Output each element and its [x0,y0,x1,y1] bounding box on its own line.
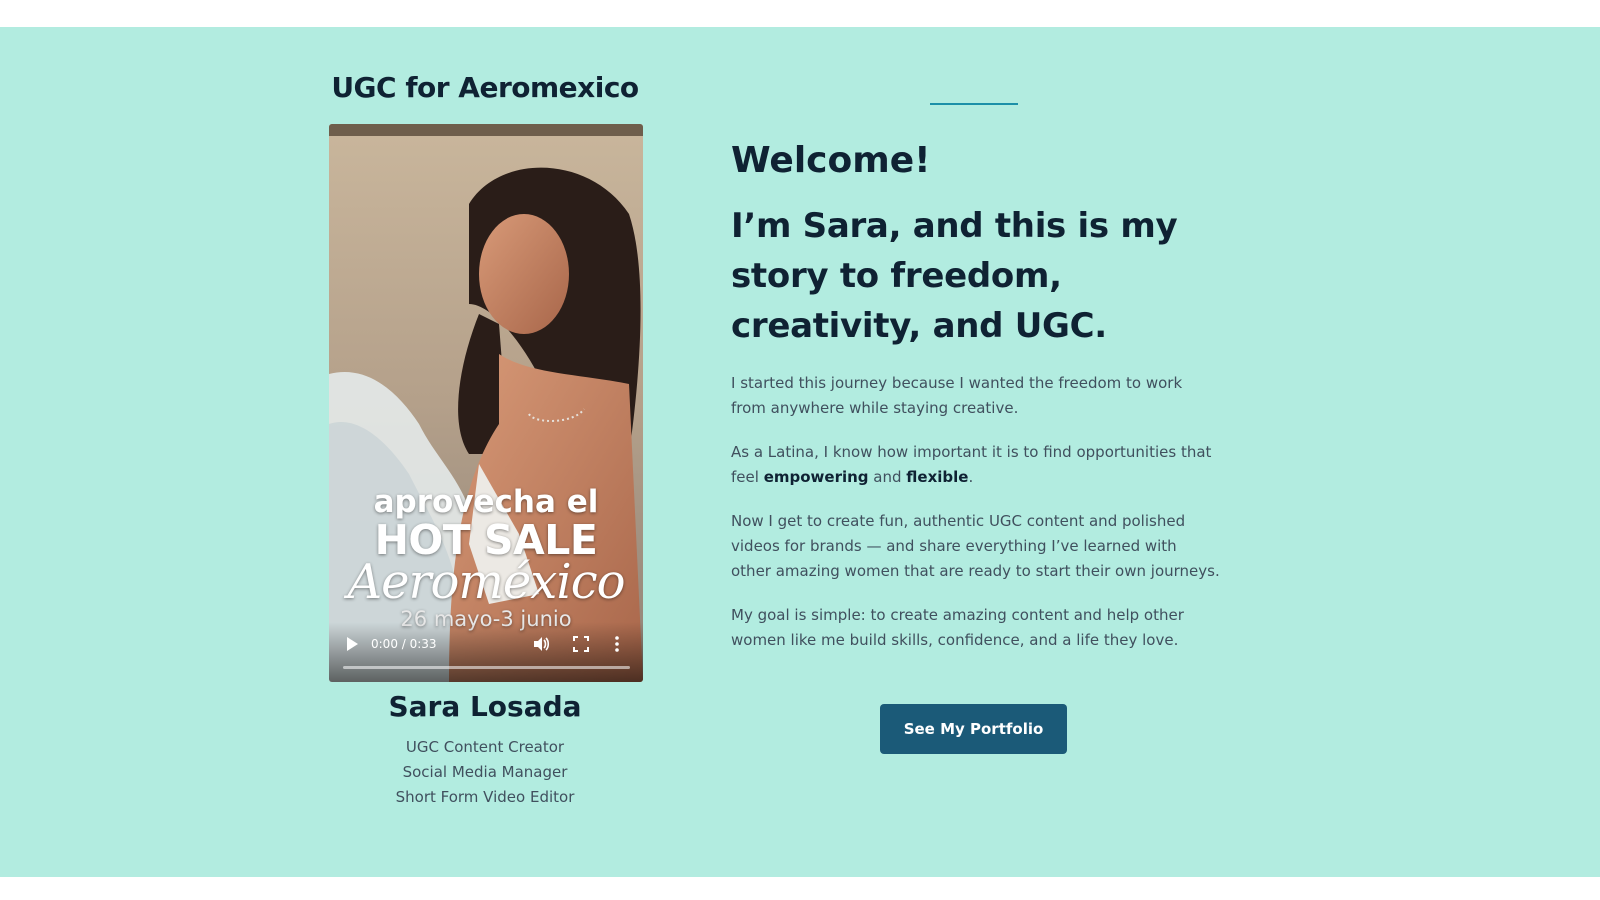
emphasis-empowering: empowering [763,468,869,486]
intro-paragraph-3: Now I get to create fun, authentic UGC c… [731,512,1220,580]
intro-column: Welcome! I’m Sara, and this is my story … [731,137,1221,653]
video-time: 0:00 / 0:33 [371,637,437,651]
video-title: UGC for Aeromexico [331,71,639,104]
role-item: UGC Content Creator [405,738,565,756]
overlay-brand: Aeroméxico [347,554,625,610]
paragraph-text: . [968,468,974,486]
intro-paragraph-4: My goal is simple: to create amazing con… [731,606,1184,649]
emphasis-flexible: flexible [906,468,969,486]
welcome-heading: Welcome! [731,140,931,181]
see-portfolio-button[interactable]: See My Portfolio [880,704,1067,754]
profile-name: Sara Losada [388,690,582,723]
accent-divider [930,103,1018,105]
more-options-icon[interactable] [614,634,620,654]
play-icon[interactable] [345,636,359,652]
video-controls: 0:00 / 0:33 [329,622,643,682]
paragraph-text: and [868,468,907,486]
role-item: Social Media Manager [402,763,568,781]
fullscreen-icon[interactable] [573,636,589,652]
volume-icon[interactable] [532,635,550,653]
intro-headline: I’m Sara, and this is my story to freedo… [731,206,1178,346]
profile-roles: UGC Content Creator Social Media Manager… [320,735,650,810]
video-player[interactable]: aprovecha el HOT SALE Aeroméxico 26 mayo… [329,124,643,682]
hero-section: UGC for Aeromexico aprovecha el HOT SALE… [0,27,1600,877]
overlay-line-1: aprovecha el [373,484,599,520]
intro-paragraph-1: I started this journey because I wanted … [731,374,1183,417]
video-progress-bar[interactable] [343,666,630,669]
role-item: Short Form Video Editor [395,788,575,806]
intro-paragraph-2: As a Latina, I know how important it is … [731,440,1221,490]
